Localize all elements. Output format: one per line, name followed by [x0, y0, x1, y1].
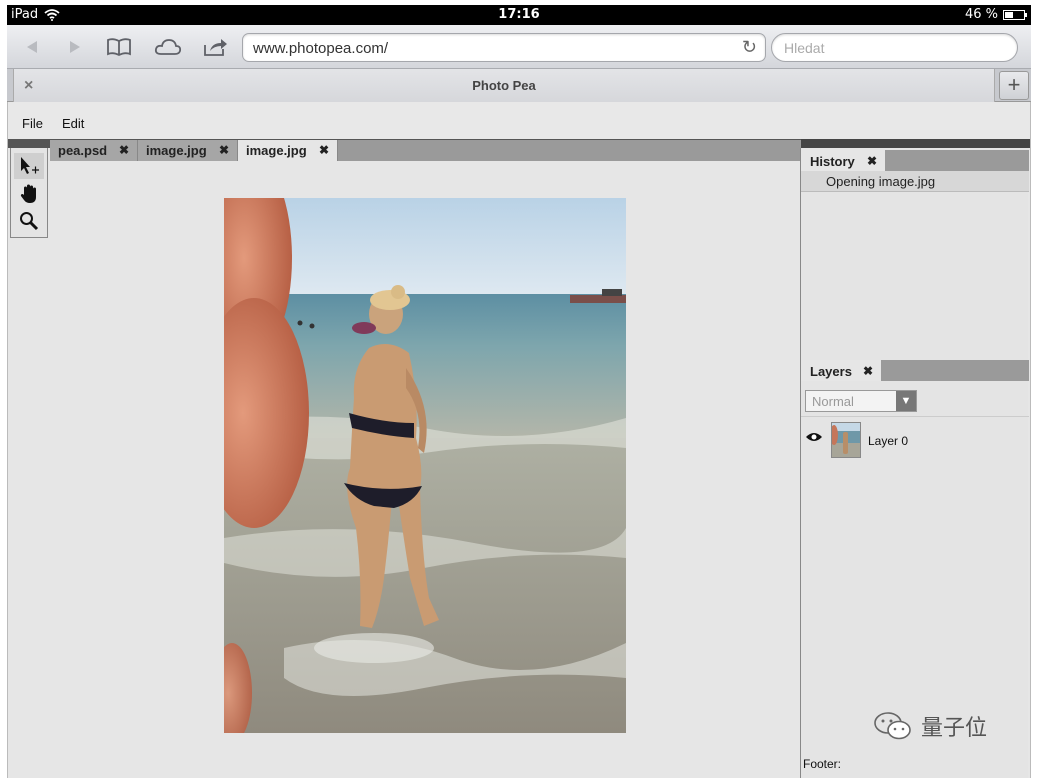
- close-tab-icon[interactable]: ×: [24, 69, 33, 102]
- browser-tab[interactable]: × Photo Pea: [13, 69, 995, 102]
- wechat-logo-icon: [874, 712, 911, 740]
- url-text: www.photopea.com/: [253, 40, 389, 57]
- document-tabs: pea.psd ✖ image.jpg ✖ image.jpg ✖: [50, 140, 801, 161]
- right-panels: History ✖ Opening image.jpg Layers ✖ Nor…: [800, 148, 1029, 778]
- doc-tab-label: image.jpg: [146, 143, 207, 158]
- history-panel-header: History ✖: [801, 150, 1029, 171]
- layers-title: Layers: [810, 364, 852, 379]
- layers-panel-header: Layers ✖: [801, 360, 1029, 381]
- history-title: History: [810, 154, 855, 169]
- browser-tab-title: Photo Pea: [472, 78, 536, 93]
- browser-toolbar: www.photopea.com/ ↻ Hledat: [7, 25, 1031, 69]
- layer-name: Layer 0: [868, 434, 909, 448]
- menu-file[interactable]: File: [22, 116, 43, 131]
- ios-status-bar: iPad 17:16 46 %: [7, 5, 1031, 25]
- watermark: 量子位: [873, 710, 987, 742]
- doc-tab-label: pea.psd: [58, 143, 108, 158]
- doc-tab-pea-psd[interactable]: pea.psd ✖: [50, 140, 138, 161]
- url-field[interactable]: www.photopea.com/ ↻: [242, 33, 766, 62]
- layers-tab[interactable]: Layers ✖: [801, 360, 881, 381]
- document-canvas[interactable]: [224, 198, 626, 733]
- browser-tab-bar: × Photo Pea +: [7, 69, 1031, 102]
- menu-bar: File Edit: [8, 102, 1030, 139]
- doc-tab-label: image.jpg: [246, 143, 307, 158]
- close-doc-icon[interactable]: ✖: [319, 143, 329, 157]
- search-placeholder: Hledat: [784, 40, 825, 56]
- layer-thumbnail: [831, 422, 861, 458]
- history-item-label: Opening image.jpg: [826, 174, 936, 189]
- watermark-text: 量子位: [921, 715, 988, 740]
- history-tab[interactable]: History ✖: [801, 150, 885, 171]
- bookmarks-book-icon[interactable]: [106, 35, 132, 59]
- forward-arrow-icon[interactable]: [62, 35, 88, 59]
- blend-mode-select[interactable]: Normal ▼: [805, 390, 917, 412]
- menu-edit[interactable]: Edit: [62, 116, 84, 131]
- layer-row[interactable]: Layer 0: [801, 416, 1029, 462]
- share-icon[interactable]: [201, 35, 229, 59]
- close-history-icon[interactable]: ✖: [867, 154, 877, 168]
- footer-label: Footer:: [803, 757, 842, 771]
- close-layers-icon[interactable]: ✖: [863, 364, 873, 378]
- doc-tab-image-jpg-1[interactable]: image.jpg ✖: [138, 140, 238, 161]
- eye-visibility-icon[interactable]: [805, 431, 823, 446]
- tool-panel: [10, 148, 48, 238]
- reload-icon[interactable]: ↻: [742, 37, 757, 58]
- move-tool-icon[interactable]: [14, 153, 44, 179]
- clock: 17:16: [498, 7, 540, 22]
- doc-tab-image-jpg-2[interactable]: image.jpg ✖: [238, 140, 338, 161]
- zoom-tool-icon[interactable]: [14, 208, 44, 234]
- search-field[interactable]: Hledat: [771, 33, 1018, 62]
- cloud-icon[interactable]: [153, 35, 183, 59]
- hand-tool-icon[interactable]: [14, 181, 44, 207]
- blend-mode-value: Normal: [812, 394, 854, 409]
- photopea-app: File Edit pea.psd ✖ image.jpg ✖ image.jp…: [7, 102, 1031, 778]
- panels-top-strip: [801, 139, 1030, 148]
- close-doc-icon[interactable]: ✖: [119, 143, 129, 157]
- close-doc-icon[interactable]: ✖: [219, 143, 229, 157]
- chevron-down-icon: ▼: [896, 391, 916, 411]
- back-arrow-icon[interactable]: [19, 35, 45, 59]
- beach-photo: [224, 198, 626, 733]
- new-tab-button[interactable]: +: [999, 71, 1029, 100]
- battery-percent: 46 %: [964, 7, 998, 22]
- history-item[interactable]: Opening image.jpg: [801, 171, 1029, 192]
- battery-icon: [1003, 9, 1027, 20]
